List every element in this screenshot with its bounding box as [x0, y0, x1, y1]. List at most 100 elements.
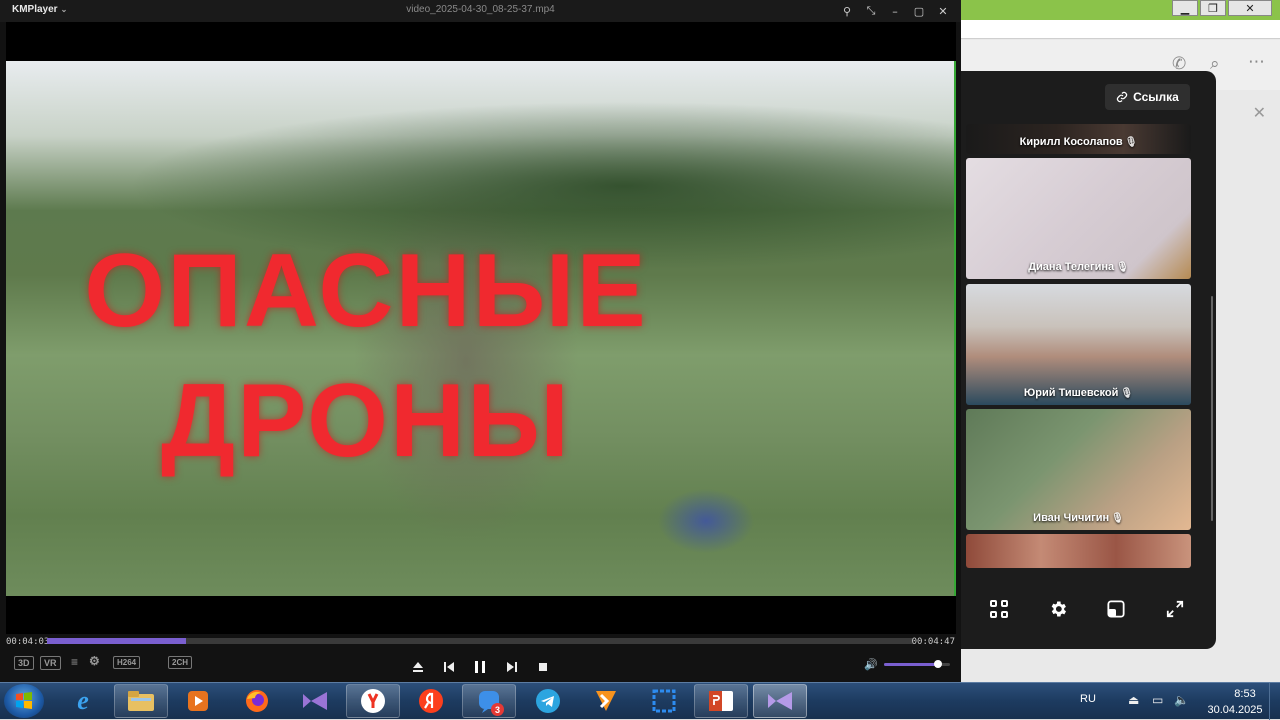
- show-desktop-button[interactable]: [1269, 683, 1280, 720]
- video-title-text: ОПАСНЫЕ ДРОНЫ: [6, 226, 726, 486]
- stop-button[interactable]: [531, 655, 555, 679]
- close-icon[interactable]: ✕: [933, 2, 953, 20]
- search-icon[interactable]: ⌕: [1210, 54, 1220, 74]
- panel-toolbar: [958, 589, 1216, 629]
- taskbar-firefox[interactable]: [230, 684, 284, 718]
- kmplayer-window: KMPlayer ⌄ video_2025-04-30_08-25-37.mp4 …: [0, 0, 961, 683]
- grid-layout-button[interactable]: [983, 593, 1015, 625]
- participant-tile[interactable]: Диана Телегина 🎙: [966, 158, 1191, 279]
- elapsed-time: 00:04:03: [6, 637, 50, 647]
- internet-explorer-icon: e: [77, 686, 89, 715]
- clock-time[interactable]: 8:53: [1222, 688, 1268, 700]
- mic-muted-icon: 🎙: [1124, 137, 1138, 148]
- 3d-button[interactable]: 3D: [14, 656, 34, 670]
- panel-close-icon[interactable]: ✕: [1253, 103, 1266, 122]
- more-icon[interactable]: ⋯: [1248, 52, 1265, 72]
- minimize-icon[interactable]: ▁: [1172, 0, 1198, 16]
- total-time: 00:04:47: [911, 637, 955, 647]
- participant-name: Юрий Тишевской: [1023, 387, 1119, 399]
- mini-mode-icon[interactable]: ⤡: [861, 2, 881, 20]
- participant-tile[interactable]: Юрий Тишевской 🎙: [966, 284, 1191, 405]
- maximize-icon[interactable]: ▢: [909, 2, 929, 20]
- taskbar-ok-ru[interactable]: [579, 684, 633, 718]
- volume-icon[interactable]: 🔊: [864, 658, 878, 671]
- speaker-icon[interactable]: 🔈: [1174, 693, 1189, 707]
- windows-logo-icon: [16, 692, 32, 709]
- screenshot-icon: [652, 689, 676, 713]
- pip-icon: [1107, 600, 1125, 618]
- seek-bar[interactable]: [47, 638, 913, 644]
- video-edge-line: [954, 61, 956, 596]
- background-window-titlebar: ▁ ❐ ✕: [960, 0, 1280, 20]
- pin-icon[interactable]: ⚲: [837, 2, 857, 20]
- taskbar-yandex-browser[interactable]: [346, 684, 400, 718]
- taskbar-telegram[interactable]: [521, 684, 575, 718]
- player-titlebar[interactable]: KMPlayer ⌄ video_2025-04-30_08-25-37.mp4 …: [0, 0, 961, 22]
- telegram-icon: [536, 689, 560, 713]
- taskbar-internet-explorer[interactable]: e: [56, 684, 110, 718]
- participant-tile[interactable]: Кирилл Косолапов 🎙: [966, 124, 1191, 154]
- settings-gear-icon[interactable]: ⚙: [89, 654, 100, 668]
- background-address-bar[interactable]: [960, 20, 1280, 39]
- close-icon[interactable]: ✕: [1228, 0, 1272, 16]
- video-frame[interactable]: ОПАСНЫЕ ДРОНЫ: [6, 61, 956, 596]
- visual-studio-icon: [303, 692, 327, 710]
- firefox-icon: [246, 690, 268, 712]
- usb-device-icon[interactable]: ⏏: [1128, 693, 1139, 707]
- video-title-line-1: ОПАСНЫЕ: [84, 233, 648, 349]
- file-name: video_2025-04-30_08-25-37.mp4: [406, 4, 555, 15]
- player-window-controls: ⚲ ⤡ – ▢ ✕: [837, 2, 953, 20]
- ok-ru-icon: [596, 691, 616, 711]
- minimize-icon[interactable]: –: [885, 2, 905, 20]
- taskbar-media-player[interactable]: [171, 684, 225, 718]
- audio-channel-badge[interactable]: 2CH: [168, 656, 193, 669]
- windows-taskbar: e 3 RU ⏏ ▭ 🔈 8:53 30.04.2025: [0, 682, 1280, 720]
- mic-muted-icon: 🎙: [1111, 513, 1124, 524]
- taskbar-visual-studio[interactable]: [288, 684, 342, 718]
- taskbar-messenger[interactable]: 3: [462, 684, 516, 718]
- next-button[interactable]: [500, 655, 524, 679]
- mic-muted-icon: 🎙: [1120, 388, 1134, 399]
- taskbar-powerpoint[interactable]: [694, 684, 748, 718]
- video-title-line-2: ДРОНЫ: [161, 363, 571, 479]
- participant-name: Иван Чичигин: [1033, 512, 1110, 524]
- playlist-icon[interactable]: ≡: [71, 655, 78, 669]
- player-controls: 3D VR ≡ ⚙ H264 2CH 🔊: [0, 650, 961, 683]
- powerpoint-icon: [709, 691, 733, 711]
- vr-button[interactable]: VR: [40, 656, 61, 670]
- volume-knob[interactable]: [934, 660, 943, 668]
- taskbar-snipping-tool[interactable]: [637, 684, 691, 718]
- settings-button[interactable]: [1042, 593, 1074, 625]
- volume-slider[interactable]: [884, 660, 950, 668]
- pause-button[interactable]: [468, 655, 492, 679]
- eject-icon: [413, 662, 423, 672]
- video-area[interactable]: ОПАСНЫЕ ДРОНЫ: [6, 22, 956, 634]
- stop-icon: [539, 663, 547, 671]
- restore-icon[interactable]: ❐: [1200, 0, 1226, 16]
- link-icon: [1117, 91, 1128, 103]
- participant-tile[interactable]: [966, 534, 1191, 568]
- clock-date[interactable]: 30.04.2025: [1200, 704, 1270, 716]
- seek-bar-fill: [47, 638, 186, 644]
- panel-scrollbar[interactable]: [1211, 296, 1213, 521]
- language-indicator[interactable]: RU: [1080, 693, 1096, 705]
- picture-in-picture-button[interactable]: [1100, 593, 1132, 625]
- taskbar-file-explorer[interactable]: [114, 684, 168, 718]
- eject-button[interactable]: [406, 655, 430, 679]
- expand-button[interactable]: [1159, 593, 1191, 625]
- skip-back-icon: [444, 662, 454, 672]
- start-button[interactable]: [4, 684, 44, 718]
- network-icon[interactable]: ▭: [1152, 693, 1163, 707]
- pause-icon: [475, 661, 485, 673]
- yandex-browser-icon: [361, 689, 385, 713]
- participant-name: Диана Телегина: [1028, 261, 1115, 273]
- video-conference-panel: Ссылка Кирилл Косолапов 🎙 Диана Телегина 🎙…: [958, 71, 1216, 649]
- codec-badge[interactable]: H264: [113, 656, 141, 669]
- previous-button[interactable]: [437, 655, 461, 679]
- copy-link-button[interactable]: Ссылка: [1105, 84, 1190, 110]
- participant-name: Кирилл Косолапов: [1019, 136, 1123, 148]
- taskbar-visual-studio-active[interactable]: [753, 684, 807, 718]
- participant-tile[interactable]: Иван Чичигин 🎙: [966, 409, 1191, 530]
- background-window-controls: ▁ ❐ ✕: [1172, 0, 1272, 18]
- taskbar-yandex[interactable]: [404, 684, 458, 718]
